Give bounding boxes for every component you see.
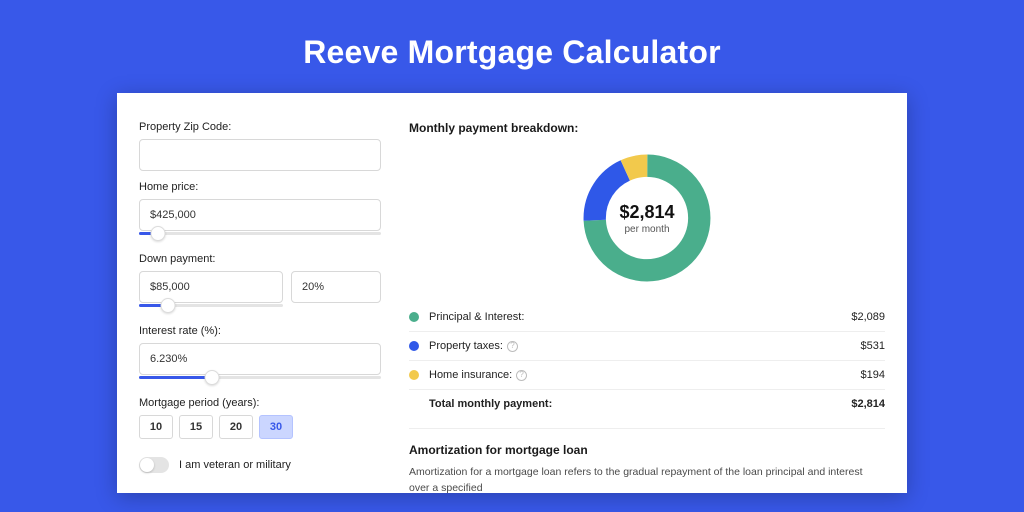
legend-total-row: Total monthly payment:$2,814 <box>409 390 885 418</box>
interest-label: Interest rate (%): <box>139 325 381 337</box>
info-icon[interactable]: ? <box>507 341 518 352</box>
toggle-knob-icon <box>140 458 154 472</box>
legend-dot-icon <box>409 399 419 409</box>
down-payment-amount-input[interactable] <box>139 271 283 303</box>
period-label: Mortgage period (years): <box>139 397 381 409</box>
zip-input[interactable] <box>139 139 381 171</box>
field-zip: Property Zip Code: <box>139 121 381 171</box>
amortization-section: Amortization for mortgage loan Amortizat… <box>409 428 885 493</box>
amortization-title: Amortization for mortgage loan <box>409 443 885 457</box>
field-veteran: I am veteran or military <box>139 457 381 473</box>
zip-label: Property Zip Code: <box>139 121 381 133</box>
legend-dot-icon <box>409 341 419 351</box>
legend-total-label: Total monthly payment: <box>429 398 851 410</box>
down-payment-slider[interactable] <box>139 301 283 315</box>
veteran-toggle[interactable] <box>139 457 169 473</box>
legend-dot-icon <box>409 370 419 380</box>
calculator-card: Property Zip Code: Home price: Down paym… <box>117 93 907 493</box>
donut-amount: $2,814 <box>619 202 674 223</box>
info-icon[interactable]: ? <box>516 370 527 381</box>
legend-value: $531 <box>861 340 885 352</box>
form-column: Property Zip Code: Home price: Down paym… <box>139 121 381 493</box>
amortization-text: Amortization for a mortgage loan refers … <box>409 465 885 493</box>
interest-input[interactable] <box>139 343 381 375</box>
field-home-price: Home price: <box>139 181 381 243</box>
legend-label: Principal & Interest: <box>429 311 851 323</box>
legend-row: Principal & Interest:$2,089 <box>409 303 885 332</box>
legend-label: Property taxes:? <box>429 340 861 352</box>
period-option-15[interactable]: 15 <box>179 415 213 439</box>
breakdown-column: Monthly payment breakdown: $2,814 per mo… <box>409 121 885 493</box>
legend: Principal & Interest:$2,089Property taxe… <box>409 303 885 418</box>
legend-total-value: $2,814 <box>851 398 885 410</box>
home-price-label: Home price: <box>139 181 381 193</box>
home-price-slider[interactable] <box>139 229 381 243</box>
field-down-payment: Down payment: <box>139 253 381 315</box>
donut-sub: per month <box>624 224 669 235</box>
legend-value: $2,089 <box>851 311 885 323</box>
donut-chart: $2,814 per month <box>578 149 716 287</box>
period-options: 10152030 <box>139 415 381 439</box>
home-price-input[interactable] <box>139 199 381 231</box>
period-option-10[interactable]: 10 <box>139 415 173 439</box>
legend-row: Home insurance:?$194 <box>409 361 885 390</box>
period-option-30[interactable]: 30 <box>259 415 293 439</box>
down-payment-label: Down payment: <box>139 253 381 265</box>
interest-slider[interactable] <box>139 373 381 387</box>
veteran-label: I am veteran or military <box>179 459 291 471</box>
page-title: Reeve Mortgage Calculator <box>0 0 1024 93</box>
down-payment-pct-input[interactable] <box>291 271 381 303</box>
legend-row: Property taxes:?$531 <box>409 332 885 361</box>
breakdown-title: Monthly payment breakdown: <box>409 121 885 135</box>
legend-value: $194 <box>861 369 885 381</box>
field-period: Mortgage period (years): 10152030 <box>139 397 381 439</box>
legend-label: Home insurance:? <box>429 369 861 381</box>
period-option-20[interactable]: 20 <box>219 415 253 439</box>
field-interest: Interest rate (%): <box>139 325 381 387</box>
legend-dot-icon <box>409 312 419 322</box>
